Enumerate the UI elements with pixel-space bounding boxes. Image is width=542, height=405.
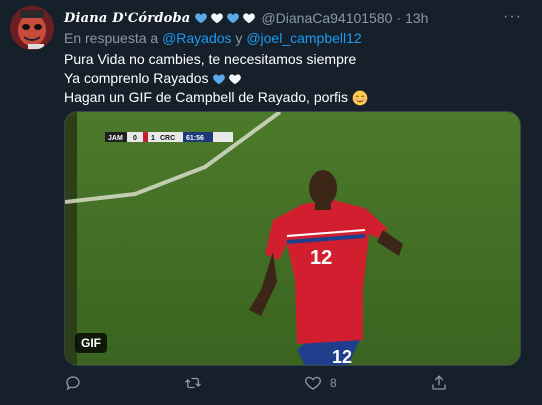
scoreboard-clock: 61:56 — [186, 135, 204, 142]
white-heart-icon — [229, 73, 242, 84]
tweet-line: Pura Vida no cambies, te necesitamos sie… — [64, 51, 357, 67]
reply-icon — [66, 376, 80, 391]
line-hearts — [212, 72, 242, 86]
name-hearts — [194, 11, 256, 25]
like-heart-icon — [305, 376, 321, 390]
gif-frame: JAM 0 1 CRC 61:56 12 12 — [65, 112, 520, 365]
tweet-line: Hagan un GIF de Campbell de Rayado, porf… — [64, 89, 349, 105]
scoreboard-team1: JAM — [108, 135, 123, 142]
shorts-number: 12 — [332, 347, 352, 365]
reply-button[interactable] — [64, 374, 90, 392]
display-name[interactable]: Diana D'Córdoba — [64, 11, 190, 26]
separator-dot: · — [396, 10, 402, 26]
scoreboard-score2: 1 — [151, 135, 155, 142]
action-bar: 8 — [64, 374, 464, 394]
user-handle[interactable]: @DianaCa94101580 — [261, 10, 392, 26]
retweet-icon — [185, 377, 201, 389]
white-heart-icon — [243, 13, 256, 24]
retweet-button[interactable] — [184, 374, 210, 392]
mention-link[interactable]: @joel_campbell12 — [246, 30, 361, 46]
gif-badge: GIF — [75, 333, 107, 353]
jersey-number: 12 — [310, 247, 332, 269]
share-icon — [432, 375, 446, 390]
scoreboard-score1: 0 — [133, 135, 137, 142]
tweet-text: Pura Vida no cambies, te necesitamos sie… — [64, 50, 368, 107]
smiling-face-blush-icon — [352, 90, 368, 105]
white-heart-icon — [211, 13, 224, 24]
tweet-line: Ya comprenlo Rayados — [64, 70, 209, 86]
reply-context: En respuesta a @Rayados y @joel_campbell… — [64, 30, 362, 46]
reply-prefix: En respuesta a — [64, 30, 159, 46]
reply-joiner: y — [235, 30, 243, 46]
like-button[interactable]: 8 — [304, 374, 337, 392]
blue-heart-icon — [213, 73, 226, 84]
avatar[interactable] — [10, 6, 54, 50]
mention-link[interactable]: @Rayados — [162, 30, 231, 46]
scoreboard: JAM 0 1 CRC 61:56 — [105, 132, 233, 142]
more-options-icon[interactable]: ··· — [503, 8, 522, 26]
timestamp[interactable]: 13h — [405, 10, 428, 26]
tweet[interactable]: Diana D'Córdoba @DianaCa94101580 · 13h ·… — [0, 0, 542, 405]
tweet-header: Diana D'Córdoba @DianaCa94101580 · 13h ·… — [64, 8, 532, 28]
avatar-image — [10, 6, 54, 50]
gif-media[interactable]: JAM 0 1 CRC 61:56 12 12 GIF — [64, 111, 521, 366]
like-count: 8 — [330, 376, 337, 390]
blue-heart-icon — [227, 13, 240, 24]
scoreboard-team2: CRC — [160, 135, 175, 142]
share-button[interactable] — [430, 374, 448, 392]
blue-heart-icon — [195, 13, 208, 24]
